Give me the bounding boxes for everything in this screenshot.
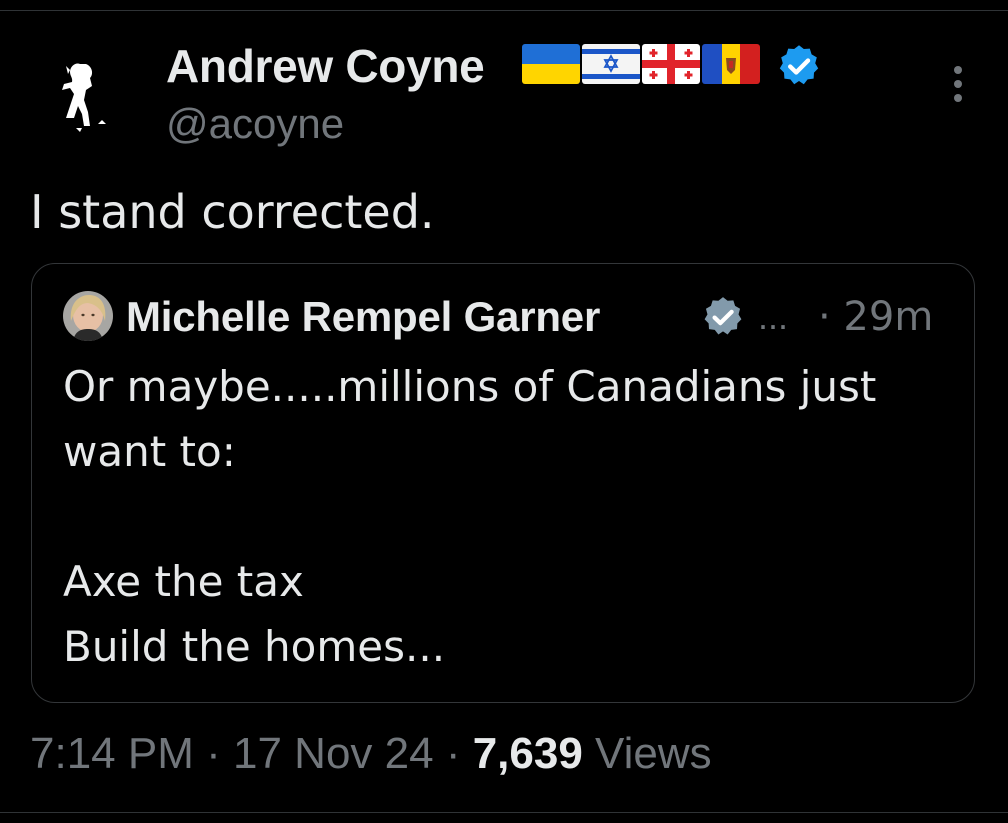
top-divider: [0, 10, 1008, 11]
tweet-time[interactable]: 7:14 PM: [30, 729, 194, 778]
quote-text: Or maybe.....millions of Canadians just …: [63, 362, 877, 671]
silhouette-image: [40, 44, 136, 140]
moldova-flag-icon: [702, 44, 760, 84]
separator: ·: [206, 729, 221, 778]
flag-emojis: [522, 44, 760, 84]
tweet-meta: 7:14 PM · 17 Nov 24 · 7,639 Views: [30, 726, 712, 782]
author-handle[interactable]: @acoyne: [166, 98, 344, 150]
quote-author-avatar: [63, 291, 113, 341]
more-vertical-icon[interactable]: [940, 62, 976, 106]
ukraine-flag-icon: [522, 44, 580, 84]
quote-handle-truncated: ...: [758, 296, 789, 337]
views-count: 7,639: [472, 729, 583, 778]
tweet-text: I stand corrected.: [30, 185, 435, 239]
separator: ·: [445, 729, 461, 778]
verified-badge-icon: [704, 297, 742, 335]
profile-photo: [63, 291, 113, 341]
israel-flag-icon: [582, 44, 640, 84]
author-avatar[interactable]: [40, 44, 136, 140]
georgia-flag-icon: [642, 44, 700, 84]
bottom-divider: [0, 812, 1008, 813]
quote-author-name[interactable]: Michelle Rempel Garner: [126, 291, 600, 343]
tweet-date[interactable]: 17 Nov 24: [233, 729, 434, 778]
verified-badge-icon: [779, 45, 819, 85]
views-label: Views: [595, 729, 712, 778]
quote-timestamp[interactable]: · 29m: [818, 291, 933, 343]
author-name[interactable]: Andrew Coyne: [166, 38, 485, 94]
